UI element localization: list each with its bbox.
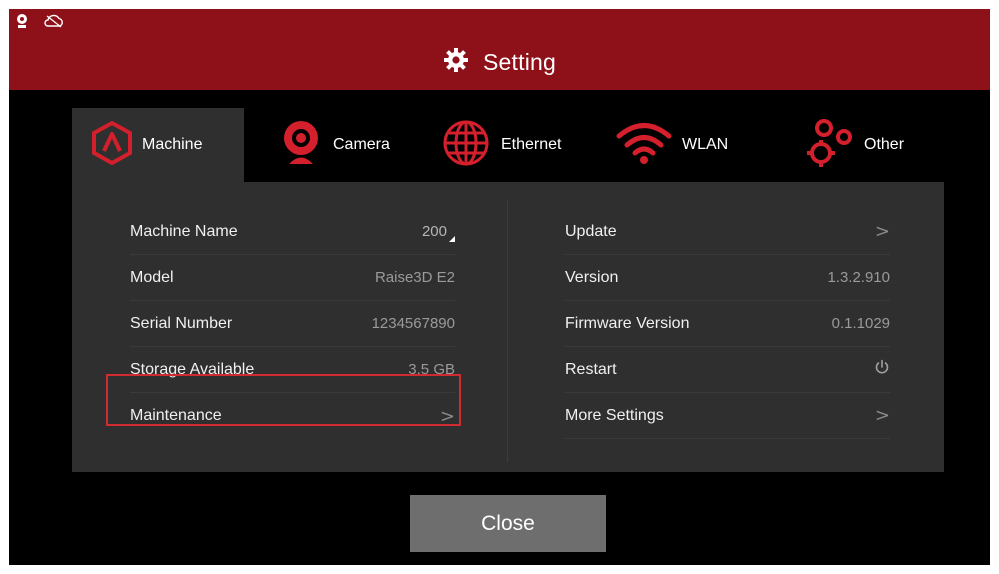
row-update[interactable]: Update >: [565, 209, 890, 255]
tab-machine[interactable]: Machine: [72, 108, 244, 182]
gears-icon: [806, 117, 856, 174]
tab-other-label: Other: [864, 136, 905, 153]
firmware-version-label: Firmware Version: [565, 314, 690, 332]
restart-label: Restart: [565, 360, 617, 378]
close-button[interactable]: Close: [410, 495, 606, 552]
tab-camera[interactable]: Camera: [277, 108, 390, 182]
edit-corner-icon: [449, 236, 455, 242]
column-divider: [507, 200, 508, 462]
tab-other[interactable]: Other: [806, 108, 904, 182]
header-title: Setting: [9, 47, 990, 78]
machine-name-value: 200: [421, 223, 455, 242]
version-value: 1.3.2.910: [827, 269, 890, 286]
tab-machine-label: Machine: [142, 136, 203, 153]
model-label: Model: [130, 268, 174, 286]
row-serial-number: Serial Number 1234567890: [130, 301, 455, 347]
machine-settings-panel: Machine Name 200 Model Raise3D E2 Serial…: [72, 182, 944, 472]
tab-wlan[interactable]: WLAN: [614, 108, 728, 182]
more-settings-label: More Settings: [565, 406, 664, 424]
tab-wlan-label: WLAN: [682, 136, 729, 153]
tab-bar: Machine Camera Ethernet WLAN Other: [72, 108, 944, 182]
wifi-icon: [614, 121, 674, 170]
tab-ethernet[interactable]: Ethernet: [439, 108, 561, 182]
close-button-label: Close: [481, 511, 535, 535]
globe-icon: [439, 119, 493, 172]
machine-name-label: Machine Name: [130, 222, 238, 240]
tab-ethernet-label: Ethernet: [501, 136, 562, 153]
firmware-version-value: 0.1.1029: [831, 315, 890, 332]
version-label: Version: [565, 268, 619, 286]
camera-icon: [277, 119, 325, 172]
webcam-status-icon: [15, 13, 29, 34]
chevron-right-icon: >: [874, 405, 890, 426]
tab-camera-label: Camera: [333, 136, 390, 153]
gear-icon: [443, 47, 469, 78]
cloud-status-icon: [43, 14, 65, 33]
row-more-settings[interactable]: More Settings >: [565, 393, 890, 439]
row-model: Model Raise3D E2: [130, 255, 455, 301]
row-version: Version 1.3.2.910: [565, 255, 890, 301]
power-icon[interactable]: [874, 359, 890, 380]
update-label: Update: [565, 222, 617, 240]
serial-number-value: 1234567890: [371, 315, 455, 332]
row-firmware-version: Firmware Version 0.1.1029: [565, 301, 890, 347]
machine-name-text: 200: [421, 223, 447, 240]
header-bar: Setting: [9, 9, 990, 90]
model-value: Raise3D E2: [374, 269, 455, 286]
row-machine-name[interactable]: Machine Name 200: [130, 209, 455, 255]
row-restart[interactable]: Restart: [565, 347, 890, 393]
printer-screen: Setting Machine Camera Ethernet WLAN Oth…: [9, 9, 990, 565]
status-icons: [15, 13, 65, 34]
chevron-right-icon: >: [874, 221, 890, 242]
machine-logo-icon: [90, 120, 134, 170]
maintenance-highlight-box: [106, 374, 461, 426]
page-title: Setting: [482, 49, 556, 75]
serial-number-label: Serial Number: [130, 314, 233, 332]
